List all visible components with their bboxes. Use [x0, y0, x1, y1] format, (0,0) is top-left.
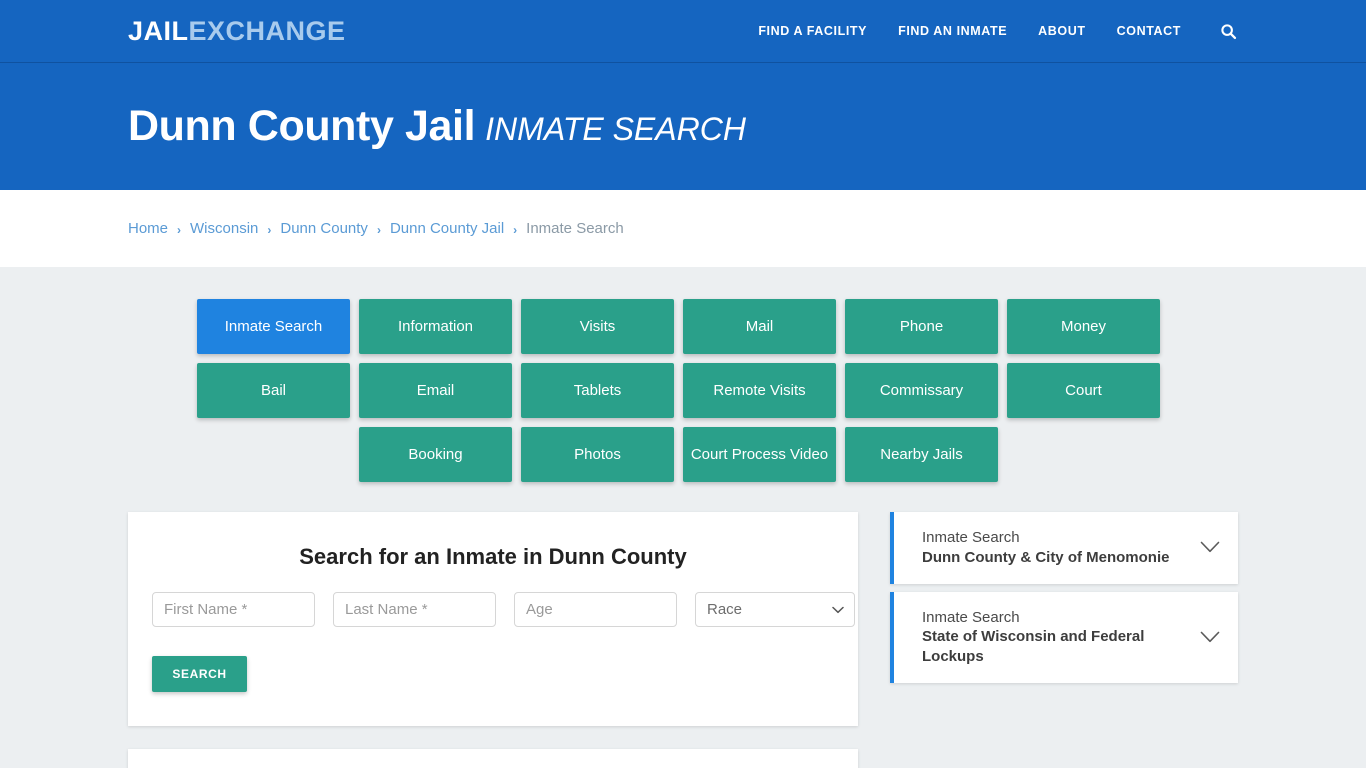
- search-submit-button[interactable]: SEARCH: [152, 656, 247, 692]
- breadcrumb-separator-icon: ›: [177, 222, 182, 237]
- breadcrumb-item-home[interactable]: Home: [128, 220, 168, 237]
- accordion-subtitle: State of Wisconsin and Federal Lockups: [922, 628, 1145, 666]
- tab-photos[interactable]: Photos: [521, 427, 674, 482]
- tab-bail[interactable]: Bail: [197, 363, 350, 418]
- breadcrumb-separator-icon: ›: [267, 222, 272, 237]
- main-column: Search for an Inmate in Dunn County Race: [128, 512, 858, 768]
- race-select[interactable]: Race: [695, 592, 855, 627]
- last-name-input[interactable]: [333, 592, 496, 627]
- accordion-label-group: Inmate Search Dunn County & City of Meno…: [922, 528, 1188, 568]
- secondary-content-card: [128, 749, 858, 768]
- tab-booking[interactable]: Booking: [359, 427, 512, 482]
- breadcrumb-item-dunn-county[interactable]: Dunn County: [280, 220, 368, 237]
- nav-item-contact[interactable]: CONTACT: [1117, 24, 1181, 38]
- sidebar-column: Inmate Search Dunn County & City of Meno…: [890, 512, 1238, 683]
- age-input[interactable]: [514, 592, 677, 627]
- page-title: Dunn County Jail INMATE SEARCH: [128, 105, 746, 148]
- page-title-facility: Dunn County Jail: [128, 102, 476, 150]
- tab-visits[interactable]: Visits: [521, 299, 674, 354]
- tab-court[interactable]: Court: [1007, 363, 1160, 418]
- tab-remote-visits[interactable]: Remote Visits: [683, 363, 836, 418]
- first-name-input[interactable]: [152, 592, 315, 627]
- accordion-inmate-search-state[interactable]: Inmate Search State of Wisconsin and Fed…: [890, 591, 1238, 683]
- search-card-title: Search for an Inmate in Dunn County: [299, 544, 687, 569]
- accordion-title: Inmate Search: [922, 608, 1020, 626]
- inmate-search-card: Search for an Inmate in Dunn County Race: [128, 512, 858, 726]
- tab-commissary[interactable]: Commissary: [845, 363, 998, 418]
- tab-phone[interactable]: Phone: [845, 299, 998, 354]
- page-title-section: INMATE SEARCH: [485, 111, 746, 147]
- race-select-wrapper: Race: [695, 592, 855, 627]
- tab-tablets[interactable]: Tablets: [521, 363, 674, 418]
- tab-email[interactable]: Email: [359, 363, 512, 418]
- site-header: JAILEXCHANGE FIND A FACILITY FIND AN INM…: [0, 0, 1366, 63]
- chevron-down-icon[interactable]: [1200, 631, 1220, 644]
- accordion-inmate-search-county[interactable]: Inmate Search Dunn County & City of Meno…: [890, 512, 1238, 584]
- tab-information[interactable]: Information: [359, 299, 512, 354]
- nav-item-about[interactable]: ABOUT: [1038, 24, 1085, 38]
- breadcrumb-separator-icon: ›: [513, 222, 518, 237]
- breadcrumb: Home › Wisconsin › Dunn County › Dunn Co…: [128, 220, 624, 237]
- site-logo[interactable]: JAILEXCHANGE: [128, 15, 346, 46]
- breadcrumb-separator-icon: ›: [376, 222, 381, 237]
- chevron-down-icon[interactable]: [1200, 541, 1220, 554]
- breadcrumb-item-dunn-county-jail[interactable]: Dunn County Jail: [390, 220, 504, 237]
- tab-inmate-search[interactable]: Inmate Search: [197, 299, 350, 354]
- breadcrumb-bar: Home › Wisconsin › Dunn County › Dunn Co…: [0, 190, 1366, 267]
- facility-tab-list: Inmate Search Information Visits Mail Ph…: [128, 267, 1229, 482]
- tab-mail[interactable]: Mail: [683, 299, 836, 354]
- logo-text-jail: JAIL: [128, 15, 189, 46]
- breadcrumb-item-inmate-search: Inmate Search: [526, 220, 624, 237]
- content-columns: Search for an Inmate in Dunn County Race: [128, 512, 1238, 768]
- nav-item-find-a-facility[interactable]: FIND A FACILITY: [758, 24, 867, 38]
- accordion-title: Inmate Search: [922, 529, 1020, 546]
- search-fields-row: Race: [152, 592, 855, 627]
- main-navigation: FIND A FACILITY FIND AN INMATE ABOUT CON…: [758, 21, 1238, 41]
- search-icon[interactable]: [1218, 21, 1238, 41]
- tab-court-process-video[interactable]: Court Process Video: [683, 427, 836, 482]
- logo-text-exchange: EXCHANGE: [188, 15, 346, 46]
- tab-nearby-jails[interactable]: Nearby Jails: [845, 427, 998, 482]
- tab-money[interactable]: Money: [1007, 299, 1160, 354]
- page-body: Inmate Search Information Visits Mail Ph…: [0, 267, 1366, 768]
- accordion-subtitle: Dunn County & City of Menomonie: [922, 548, 1170, 566]
- nav-item-find-an-inmate[interactable]: FIND AN INMATE: [898, 24, 1007, 38]
- breadcrumb-item-wisconsin[interactable]: Wisconsin: [190, 220, 258, 237]
- accordion-label-group: Inmate Search State of Wisconsin and Fed…: [922, 608, 1188, 667]
- page-hero: Dunn County Jail INMATE SEARCH: [0, 63, 1366, 190]
